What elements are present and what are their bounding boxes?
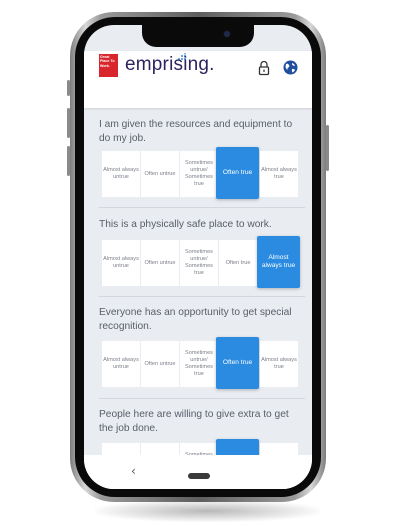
option-almost-always-true[interactable]: Almost always true	[260, 341, 298, 387]
divider	[99, 398, 305, 399]
option-sometimes[interactable]: Sometimes untrue/ Sometimes true	[180, 341, 218, 387]
side-button-volume-down	[67, 146, 70, 176]
option-sometimes[interactable]: Sometimes untrue/ Sometimes true	[180, 151, 218, 197]
option-almost-always-true[interactable]: Almost always true	[260, 151, 298, 197]
question-text: I am given the resources and equipment t…	[99, 119, 293, 144]
option-almost-always-untrue[interactable]: Almost always untrue	[102, 151, 140, 197]
phone-shadow	[95, 500, 320, 522]
phone-screen: Great Place To Work. emprising. I am giv…	[84, 25, 312, 489]
lock-icon[interactable]	[257, 60, 271, 76]
option-sometimes[interactable]: Sometimes untrue/ Sometimes true	[180, 240, 218, 286]
camera-icon	[224, 31, 230, 37]
option-often-true[interactable]: Often true	[216, 147, 259, 199]
question-text: Everyone has an opportunity to get speci…	[99, 307, 292, 332]
brand-logo: emprising.	[125, 54, 215, 75]
option-often-untrue[interactable]: Often untrue	[141, 240, 179, 286]
notch	[142, 25, 254, 47]
side-button-volume-up	[67, 108, 70, 138]
divider	[99, 296, 305, 297]
answer-options: Almost always untrue Often untrue Someti…	[102, 337, 302, 389]
option-often-untrue[interactable]: Often untrue	[141, 341, 179, 387]
chevron-left-icon[interactable]: ‹	[131, 465, 136, 477]
option-almost-always-untrue[interactable]: Almost always untrue	[102, 341, 140, 387]
bottom-nav-bar	[84, 455, 312, 489]
answer-options: Almost always untrue Often untrue Someti…	[102, 236, 302, 288]
divider	[99, 207, 305, 208]
option-often-true[interactable]: Often true	[216, 337, 259, 389]
side-button-power	[326, 125, 329, 171]
home-indicator[interactable]	[188, 473, 210, 479]
globe-icon[interactable]	[283, 60, 298, 75]
option-almost-always-untrue[interactable]: Almost always untrue	[102, 240, 140, 286]
option-often-untrue[interactable]: Often untrue	[141, 151, 179, 197]
great-place-to-work-badge: Great Place To Work.	[99, 54, 118, 77]
side-button-silent	[67, 80, 70, 96]
question-text: People here are willing to give extra to…	[99, 409, 289, 434]
question-text: This is a physically safe place to work.	[99, 219, 272, 230]
option-almost-always-true[interactable]: Almost always true	[257, 236, 300, 288]
option-often-true[interactable]: Often true	[219, 240, 257, 286]
answer-options: Almost always untrue Often untrue Someti…	[102, 147, 302, 199]
